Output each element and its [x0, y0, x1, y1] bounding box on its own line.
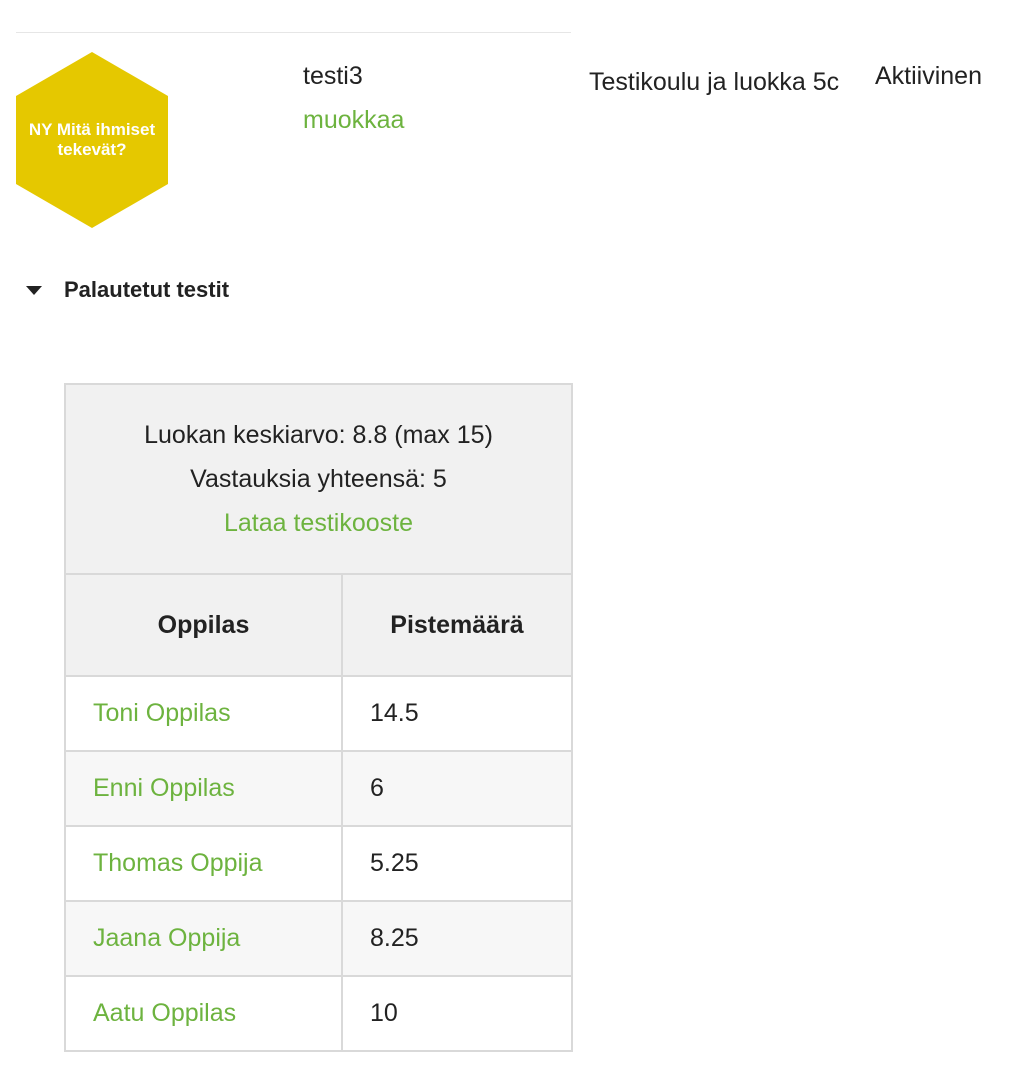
class-average: Luokan keskiarvo: 8.8 (max 15) [144, 421, 493, 449]
student-link[interactable]: Enni Oppilas [64, 750, 343, 827]
score-value: 10 [341, 975, 573, 1052]
student-link[interactable]: Aatu Oppilas [64, 975, 343, 1052]
student-link[interactable]: Thomas Oppija [64, 825, 343, 902]
score-value: 6 [341, 750, 573, 827]
table-row: Jaana Oppija 8.25 [64, 900, 573, 977]
returned-tests-toggle[interactable]: Palautetut testit [26, 274, 229, 306]
score-value: 5.25 [341, 825, 573, 902]
test-name: testi3 [303, 62, 363, 90]
total-answers: Vastauksia yhteensä: 5 [190, 465, 447, 493]
status-text: Aktiivinen [875, 62, 982, 90]
score-value: 14.5 [341, 675, 573, 752]
table-row: Enni Oppilas 6 [64, 750, 573, 827]
score-value: 8.25 [341, 900, 573, 977]
table-row: Thomas Oppija 5.25 [64, 825, 573, 902]
top-divider [16, 32, 571, 33]
summary-row: Luokan keskiarvo: 8.8 (max 15) Vastauksi… [64, 383, 573, 575]
logo-text: NY Mitä ihmiset tekevät? [28, 120, 156, 159]
table-row: Toni Oppilas 14.5 [64, 675, 573, 752]
column-header-student: Oppilas [64, 573, 343, 677]
table-row: Aatu Oppilas 10 [64, 975, 573, 1052]
school-class: Testikoulu ja luokka 5c [589, 68, 840, 96]
test-logo: NY Mitä ihmiset tekevät? [16, 52, 168, 228]
student-link[interactable]: Jaana Oppija [64, 900, 343, 977]
summary-cell: Luokan keskiarvo: 8.8 (max 15) Vastauksi… [64, 383, 573, 575]
column-header-score: Pistemäärä [341, 573, 573, 677]
results-table: Luokan keskiarvo: 8.8 (max 15) Vastauksi… [64, 383, 573, 1052]
download-summary-link[interactable]: Lataa testikooste [66, 501, 571, 545]
caret-down-icon[interactable] [26, 285, 42, 295]
student-link[interactable]: Toni Oppilas [64, 675, 343, 752]
section-title: Palautetut testit [64, 277, 230, 302]
header-row: Oppilas Pistemäärä [64, 573, 573, 677]
edit-link[interactable]: muokkaa [303, 104, 404, 136]
